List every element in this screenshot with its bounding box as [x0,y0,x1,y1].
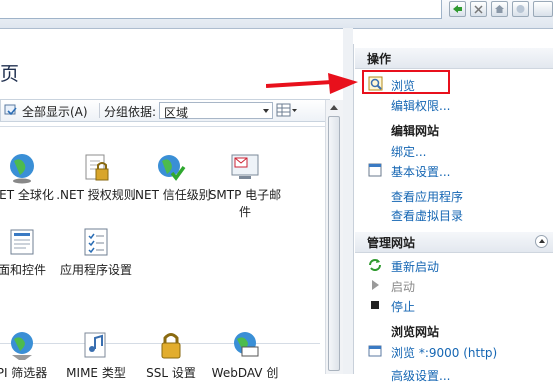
restart-icon [369,259,381,271]
group-by-label: 分组依据: [104,105,157,119]
feature-mime-types[interactable]: MIME 类型 [56,329,136,382]
lock-doc-icon [85,154,109,181]
window-top-strip [0,0,553,29]
feature-net-authorization[interactable]: .NET 授权规则 [56,151,136,204]
browse-port-link[interactable]: 浏览 *:9000 (http) [391,344,497,361]
padlock-icon [161,333,181,359]
green-arrow-icon [453,5,462,13]
help-icon [516,5,525,13]
address-bar[interactable] [0,0,442,19]
actions-header: 操作 [355,48,553,69]
basic-settings-icon [368,163,382,177]
help-button[interactable] [512,1,529,17]
edit-permissions-link[interactable]: 编辑权限... [391,97,450,114]
home-icon [495,5,504,13]
show-all-button[interactable]: 全部显示(A) [22,103,88,120]
bindings-link[interactable]: 绑定... [391,143,426,160]
refresh-button[interactable] [449,1,466,17]
browse-highlight-box [362,70,450,94]
start-link: 启动 [391,280,416,294]
feature-ssl-settings[interactable]: SSL 设置 [131,329,211,382]
more-button[interactable] [533,1,553,17]
media-icon [84,332,106,358]
home-button[interactable] [491,1,508,17]
feature-net-globalization[interactable]: NET 全球化 [0,151,62,204]
feature-pages-controls[interactable]: 面和控件 [0,226,62,279]
close-icon [474,5,483,14]
feature-net-trust-level[interactable]: .NET 信任级别 [131,151,211,204]
feature-isapi-filters[interactable]: PI 筛选器 [0,329,62,382]
advanced-settings-link[interactable]: 高级设置... [391,367,450,384]
mail-screen-icon [231,154,259,179]
scroll-thumb[interactable] [328,116,340,371]
feature-smtp-email[interactable]: SMTP 电子邮件 [205,151,285,221]
edit-site-group-title: 编辑网站 [391,124,440,138]
grid-view-icon [276,103,297,117]
view-applications-link[interactable]: 查看应用程序 [391,188,463,205]
filter-icon [11,332,33,360]
restart-link[interactable]: 重新启动 [391,258,439,275]
manage-site-header: 管理网站 [355,232,553,253]
stop-nav-button[interactable] [470,1,487,17]
stop-link[interactable]: 停止 [391,298,415,315]
webdav-globe-icon [234,332,259,357]
stop-icon [371,301,379,309]
page-controls-icon [10,229,34,255]
chevron-down-icon [263,109,269,113]
red-arrow-icon [266,73,358,94]
basic-settings-link[interactable]: 基本设置... [391,163,450,180]
browse-site-icon [368,345,382,357]
scroll-up-icon[interactable] [330,105,338,110]
browse-site-group-title: 浏览网站 [391,325,440,339]
page-title: 页 [0,63,20,85]
globe-check-icon [158,155,186,181]
show-all-icon [4,104,18,120]
view-mode-button[interactable] [276,103,298,118]
globe-icon [10,154,34,184]
start-icon [372,280,379,290]
feature-webdav[interactable]: WebDAV 创 [205,329,285,382]
view-virtual-directories-link[interactable]: 查看虚拟目录 [391,207,463,224]
checklist-icon [84,228,108,256]
collapse-icon[interactable] [535,235,548,248]
group-by-value: 区域 [164,106,189,120]
vertical-scrollbar[interactable] [325,100,343,374]
group-by-select[interactable]: 区域 [159,102,273,120]
filter-toolbar: 全部显示(A) 分组依据: 区域 [0,99,330,122]
feature-app-settings[interactable]: 应用程序设置 [56,226,136,279]
